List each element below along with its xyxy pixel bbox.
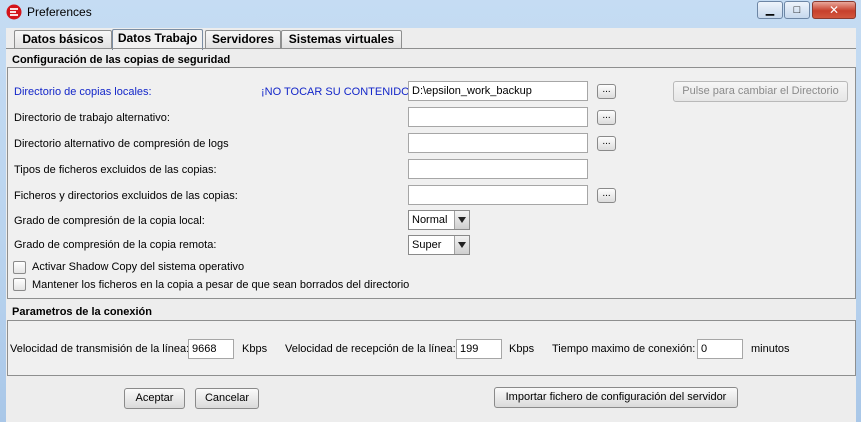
- tx-speed-label: Velocidad de transmisión de la línea:: [10, 343, 190, 355]
- rx-speed-unit: Kbps: [509, 343, 535, 355]
- browse-alt-work-dir-button[interactable]: ...: [597, 110, 616, 125]
- local-compression-select[interactable]: Normal: [408, 210, 470, 230]
- chevron-down-icon: [454, 211, 469, 229]
- tab-sistemas-virtuales[interactable]: Sistemas virtuales: [281, 30, 402, 49]
- keep-files-label: Mantener los ficheros en la copia a pesa…: [32, 279, 410, 291]
- chevron-down-icon: [454, 236, 469, 254]
- tx-speed-input[interactable]: 9668: [188, 339, 234, 359]
- cancel-button[interactable]: Cancelar: [195, 388, 259, 409]
- tab-datos-trabajo[interactable]: Datos Trabajo: [112, 29, 203, 50]
- rx-speed-input[interactable]: 199: [456, 339, 502, 359]
- tab-datos-basicos[interactable]: Datos básicos: [14, 30, 112, 49]
- maximize-icon: □: [793, 4, 801, 16]
- browse-excluded-paths-button[interactable]: ...: [597, 188, 616, 203]
- connection-section-title: Parametros de la conexión: [12, 306, 152, 318]
- excluded-types-label: Tipos de ficheros excluidos de las copia…: [14, 164, 217, 176]
- preferences-window: Preferences ▁ □ ✕ Datos básicos Datos Tr…: [0, 0, 861, 422]
- tab-divider: [6, 48, 856, 49]
- keep-files-checkbox[interactable]: [13, 278, 26, 291]
- remote-compression-select[interactable]: Super: [408, 235, 470, 255]
- app-logo-icon: [6, 4, 22, 20]
- warning-label: ¡NO TOCAR SU CONTENIDO!: [261, 86, 413, 98]
- backup-section-title: Configuración de las copias de seguridad: [12, 54, 231, 66]
- maximize-button[interactable]: □: [784, 1, 810, 19]
- local-compression-label: Grado de compresión de la copia local:: [14, 215, 205, 227]
- timeout-unit: minutos: [751, 343, 790, 355]
- timeout-input[interactable]: 0: [697, 339, 743, 359]
- browse-local-dir-button[interactable]: ...: [597, 84, 616, 99]
- alt-work-dir-label: Directorio de trabajo alternativo:: [14, 112, 170, 124]
- alt-log-dir-input[interactable]: [408, 133, 588, 153]
- shadow-copy-label: Activar Shadow Copy del sistema operativ…: [32, 261, 245, 273]
- browse-alt-log-dir-button[interactable]: ...: [597, 136, 616, 151]
- local-dir-label: Directorio de copias locales:: [14, 86, 152, 98]
- close-icon: ✕: [828, 3, 840, 17]
- minimize-icon: ▁: [765, 4, 775, 16]
- close-button[interactable]: ✕: [812, 1, 856, 19]
- title-bar[interactable]: Preferences ▁ □ ✕: [0, 0, 861, 26]
- rx-speed-label: Velocidad de recepción de la línea:: [285, 343, 456, 355]
- shadow-copy-checkbox[interactable]: [13, 261, 26, 274]
- excluded-paths-input[interactable]: [408, 185, 588, 205]
- local-dir-input[interactable]: D:\epsilon_work_backup: [408, 81, 588, 101]
- excluded-types-input[interactable]: [408, 159, 588, 179]
- alt-log-dir-label: Directorio alternativo de compresión de …: [14, 138, 229, 150]
- alt-work-dir-input[interactable]: [408, 107, 588, 127]
- remote-compression-label: Grado de compresión de la copia remota:: [14, 239, 217, 251]
- tab-servidores[interactable]: Servidores: [205, 30, 281, 49]
- remote-compression-value: Super: [412, 239, 442, 251]
- excluded-paths-label: Ficheros y directorios excluidos de las …: [14, 190, 238, 202]
- local-compression-value: Normal: [412, 214, 448, 226]
- minimize-button[interactable]: ▁: [757, 1, 783, 19]
- window-title: Preferences: [27, 5, 92, 19]
- tx-speed-unit: Kbps: [242, 343, 268, 355]
- timeout-label: Tiempo maximo de conexión:: [552, 343, 696, 355]
- import-config-button[interactable]: Importar fichero de configuración del se…: [494, 387, 738, 408]
- change-dir-button[interactable]: Pulse para cambiar el Directorio: [673, 81, 848, 102]
- accept-button[interactable]: Aceptar: [124, 388, 185, 409]
